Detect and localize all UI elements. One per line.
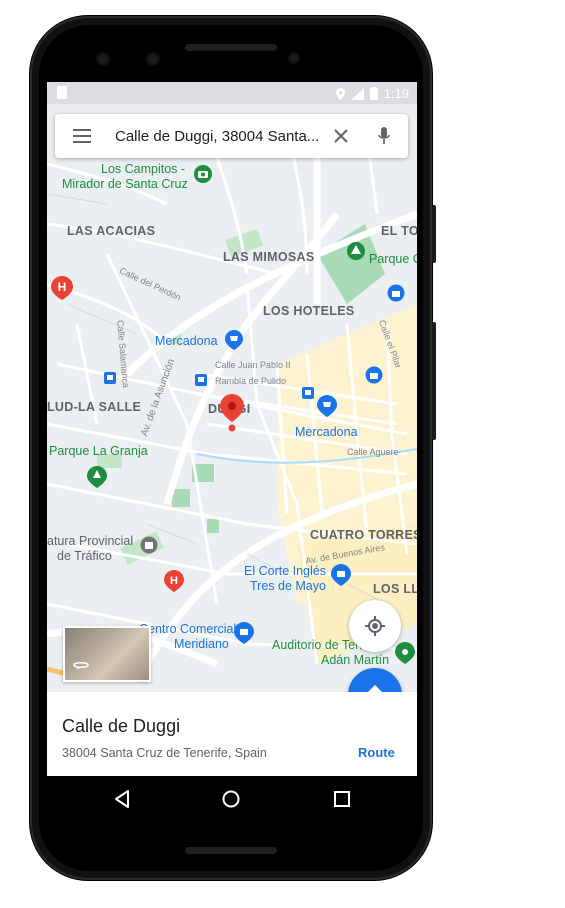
map-label-jefatura[interactable]: atura Provincial (47, 534, 133, 548)
park-pin-icon[interactable] (87, 466, 107, 488)
sim-card-icon (57, 86, 67, 99)
map-label-mercadona-2[interactable]: Mercadona (295, 425, 358, 439)
street-label-rambla-pulido: Rambla de Pulido (215, 376, 287, 386)
park-area-4 (172, 489, 190, 507)
earpiece-speaker (185, 44, 277, 51)
status-bar: 1:19 (47, 82, 417, 104)
bus-icon-3 (302, 387, 314, 399)
map-label-parque-la-granja[interactable]: Parque La Granja (49, 444, 148, 458)
recents-icon[interactable] (334, 791, 350, 807)
my-location-icon (365, 616, 385, 636)
hospital-icon-2[interactable]: H (164, 570, 184, 592)
map-view[interactable]: Los Campitos - Mirador de Santa Cruz LAS… (47, 104, 417, 692)
map-label-meridiano[interactable]: Meridiano (174, 637, 229, 651)
map-label-las-acacias: LAS ACACIAS (67, 224, 156, 238)
shopping-icon[interactable] (387, 284, 405, 302)
front-camera-2 (146, 52, 160, 66)
svg-text:H: H (170, 575, 178, 587)
cart-icon-2[interactable] (317, 395, 337, 417)
map-label-trafico[interactable]: de Tráfico (57, 549, 112, 563)
bottom-speaker (185, 847, 277, 854)
battery-icon (369, 87, 378, 100)
power-button (432, 322, 436, 440)
place-name: Calle de Duggi (62, 716, 181, 736)
map-label-cuatro-torres: CUATRO TORRES (310, 528, 417, 542)
map-label-centro-comercial[interactable]: Centro Comercial (139, 622, 236, 636)
close-icon[interactable] (334, 129, 348, 143)
location-pin-icon[interactable] (220, 394, 244, 434)
home-icon[interactable] (222, 790, 240, 808)
street-view-icon (73, 662, 89, 670)
status-time: 1:19 (383, 86, 409, 101)
map-label-los-campitos[interactable]: Los Campitos - (101, 162, 185, 176)
location-status-icon (335, 87, 345, 100)
shopping-pin-icon[interactable] (331, 564, 351, 586)
route-button[interactable]: Route (358, 745, 395, 760)
map-label-mirador[interactable]: Mirador de Santa Cruz (62, 177, 188, 191)
volume-button (432, 205, 436, 263)
street-label-juan-pablo: Calle Juan Pablo II (215, 360, 291, 370)
camera-poi-icon[interactable] (193, 164, 213, 184)
map-label-el-to: EL TO (381, 224, 417, 238)
signal-icon (350, 87, 364, 100)
mic-icon[interactable] (378, 127, 390, 145)
map-label-parque-c[interactable]: Parque C (369, 252, 417, 266)
map-label-tres-de-mayo[interactable]: Tres de Mayo (250, 579, 326, 593)
bus-icon (104, 372, 116, 384)
svg-text:H: H (58, 280, 67, 294)
bus-icon-2 (195, 374, 207, 386)
map-label-los-ll: LOS LL (373, 582, 417, 596)
park-area-5 (207, 519, 219, 533)
place-card[interactable]: Calle de Duggi 38004 Santa Cruz de Tener… (47, 692, 417, 776)
map-label-los-hoteles: LOS HOTELES (263, 304, 355, 318)
map-label-salud-la-salle: LUD-LA SALLE (47, 400, 142, 414)
map-label-adan-martin[interactable]: Adán Martín (321, 653, 389, 667)
menu-icon[interactable] (73, 129, 91, 143)
shopping-pin-icon-2[interactable] (234, 622, 254, 644)
back-icon[interactable] (114, 790, 130, 808)
android-nav-bar (47, 776, 417, 822)
sensor (288, 52, 300, 64)
search-bar[interactable]: Calle de Duggi, 38004 Santa... (55, 114, 408, 158)
tree-icon[interactable] (346, 241, 366, 261)
street-label-aguere: Calle Aguere (347, 447, 399, 457)
hospital-icon[interactable]: H (51, 276, 73, 300)
street-view-thumbnail[interactable] (63, 626, 151, 682)
landmark-pin-icon[interactable] (395, 642, 415, 664)
map-label-el-corte-ingles[interactable]: El Corte Inglés (244, 564, 326, 578)
cart-icon[interactable] (225, 330, 243, 350)
map-label-las-mimosas: LAS MIMOSAS (223, 250, 315, 264)
place-address: 38004 Santa Cruz de Tenerife, Spain (62, 746, 267, 760)
government-icon[interactable] (140, 536, 158, 554)
shopping-icon-2[interactable] (365, 366, 383, 384)
search-input[interactable]: Calle de Duggi, 38004 Santa... (91, 128, 326, 145)
my-location-button[interactable] (349, 600, 401, 652)
front-camera (96, 52, 110, 66)
phone-screen: 1:19 Los Campitos - Mirador de Santa Cru… (47, 82, 417, 822)
map-label-mercadona-1[interactable]: Mercadona (155, 334, 218, 348)
